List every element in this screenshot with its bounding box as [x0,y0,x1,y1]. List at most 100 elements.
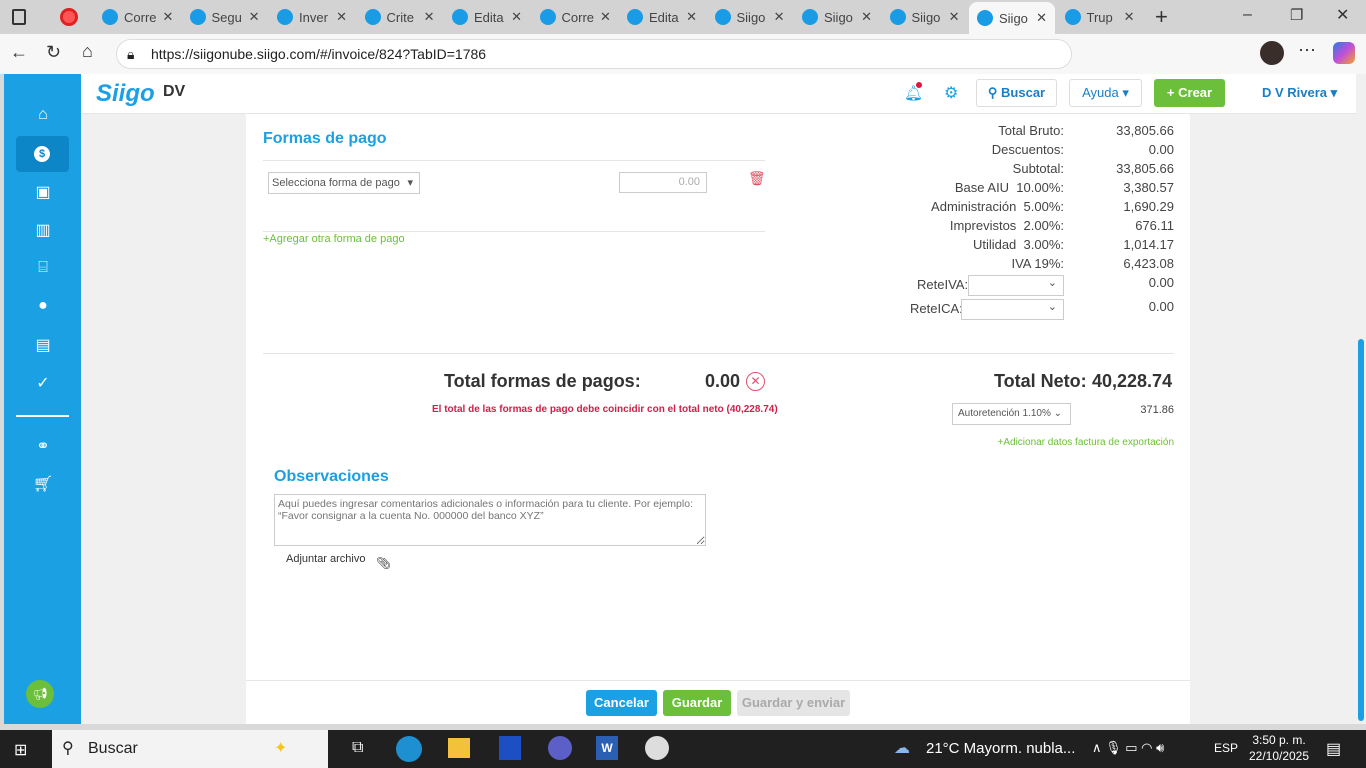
tasks-icon[interactable]: ✓ [32,373,54,392]
browser-tab[interactable]: Segu ✕ [182,4,268,30]
tab-favicon-icon [802,9,818,25]
close-tab-icon[interactable]: ✕ [600,9,611,25]
record-icon[interactable] [60,8,78,26]
app-header: Siigo DV 🔔︎ ⚙ ⚲ Buscar Ayuda ▾ + Crear D… [81,74,1356,114]
payment-amount: 0.00 [678,176,700,188]
siigo-logo[interactable]: Siigo [96,80,155,108]
app-icon[interactable] [645,736,669,760]
cart-icon[interactable]: 🛒︎ [32,474,54,493]
close-tab-icon[interactable]: ✕ [424,9,435,25]
browser-tab[interactable]: Crite ✕ [357,4,443,30]
marketing-icon[interactable]: 📢︎ [26,680,54,708]
autoretencion-select[interactable]: Autoretención 1.10% ⌄ [952,403,1071,425]
file-explorer-icon[interactable] [448,738,470,758]
sidebar-divider [16,415,69,417]
bank-icon[interactable]: ⌸ [32,259,54,277]
payments-title: Formas de pago [263,130,387,147]
delete-trash-icon[interactable]: 🗑︎ [748,170,766,187]
home-icon[interactable]: ⌂ [82,41,93,62]
task-view-icon[interactable]: ⧉ [352,739,363,757]
attach-file-label[interactable]: Adjuntar archivo [286,553,366,565]
search-button[interactable]: ⚲ Buscar [976,79,1057,107]
handshake-icon[interactable]: ⚭ [32,436,54,455]
close-tab-icon[interactable]: ✕ [686,9,697,25]
search-label: Buscar [1001,85,1046,100]
url-input[interactable]: 🔒︎ https://siigonube.siigo.com/#/invoice/… [116,39,1072,69]
copilot-sparkle-icon: ✦ [274,740,288,757]
user-menu[interactable]: D V Rivera ▾ [1262,85,1337,101]
profile-avatar[interactable] [1260,41,1284,65]
browser-tab[interactable]: Edita ✕ [619,4,705,30]
sidebar-toggle-icon[interactable] [12,9,26,25]
system-tray-icons[interactable]: ∧ 🎙︎ ▭ ◠ 🔊︎ [1092,740,1164,756]
home-icon[interactable]: ⌂ [32,106,54,124]
payment-amount-input[interactable]: 0.00 [619,172,707,193]
new-tab-button[interactable]: + [1155,4,1168,30]
sidebar-item-purchases[interactable]: ▣ [32,182,54,201]
language-indicator[interactable]: ESP [1214,741,1238,755]
more-icon[interactable]: ⋯ [1298,40,1316,61]
cancel-button[interactable]: Cancelar [586,690,657,716]
browser-tab[interactable]: Corre ✕ [94,4,180,30]
close-tab-icon[interactable]: ✕ [949,9,960,25]
reports-icon[interactable]: ▤ [32,335,54,354]
browser-tab[interactable]: Trup ✕ [1057,4,1143,30]
close-window-button[interactable]: ✕ [1336,5,1349,25]
settings-gear-icon[interactable]: ⚙ [944,83,958,103]
sidebar-item-sales[interactable]: $ [16,136,69,172]
paperclip-icon[interactable]: 📎︎ [376,556,391,570]
total-row-value: 3,380.57 [1123,180,1174,195]
close-tab-icon[interactable]: ✕ [1036,10,1047,26]
browser-tab[interactable]: Siigo ✕ [707,4,793,30]
close-tab-icon[interactable]: ✕ [1124,9,1135,25]
notifications-icon[interactable]: ▤ [1326,739,1341,759]
close-tab-icon[interactable]: ✕ [861,9,872,25]
maximize-button[interactable]: ❐ [1290,6,1303,24]
browser-tab[interactable]: Inver ✕ [269,4,355,30]
edge-app-icon[interactable] [396,736,422,762]
refresh-icon[interactable]: ↻ [46,42,61,63]
sidebar-item-inventory[interactable]: ▥ [32,220,54,239]
browser-tab[interactable]: Siigo ✕ [969,2,1055,34]
browser-tab[interactable]: Siigo ✕ [882,4,968,30]
payment-method-select[interactable]: Selecciona forma de pago ▾ [268,172,420,194]
weather-text[interactable]: 21°C Mayorm. nubla... [926,740,1075,757]
teams-icon[interactable] [548,736,572,760]
export-data-link[interactable]: +Adicionar datos factura de exportación [960,437,1175,448]
clock-time[interactable]: 3:50 p. m. [1248,733,1310,747]
browser-tab[interactable]: Corre ✕ [532,4,618,30]
lock-icon: 🔒︎ [127,46,135,62]
tab-favicon-icon [539,9,556,25]
add-payment-method-link[interactable]: +Agregar otra forma de pago [263,233,405,245]
create-button[interactable]: + Crear [1154,79,1225,107]
total-row: Subtotal: 33,805.66 [880,161,1174,180]
windows-start-icon[interactable]: ⊞ [14,740,27,760]
back-icon[interactable]: ← [10,42,28,63]
word-icon[interactable]: W [596,736,618,760]
taskbar-search[interactable]: ⚲ Buscar ✦ [52,730,328,768]
app-icon[interactable] [499,736,521,760]
total-row-value: 0.00 [1148,142,1174,157]
total-row: IVA 19%: 6,423.08 [880,256,1174,275]
tab-favicon-icon [1064,9,1081,25]
browser-tab[interactable]: Siigo ✕ [794,4,880,30]
close-tab-icon[interactable]: ✕ [774,9,785,25]
observations-textarea[interactable] [274,494,706,546]
close-tab-icon[interactable]: ✕ [336,9,347,25]
close-tab-icon[interactable]: ✕ [511,9,522,25]
save-and-send-button[interactable]: Guardar y enviar [737,690,850,716]
scrollbar[interactable] [1356,74,1366,724]
close-tab-icon[interactable]: ✕ [163,9,174,25]
clock-date[interactable]: 22/10/2025 [1248,749,1310,763]
reteiva-select[interactable]: ⌄ [968,275,1064,296]
close-tab-icon[interactable]: ✕ [249,9,260,25]
minimize-button[interactable]: – [1243,6,1252,24]
save-button[interactable]: Guardar [663,690,731,716]
help-dropdown[interactable]: Ayuda ▾ [1069,79,1142,107]
reteica-select[interactable]: ⌄ [961,299,1064,320]
contacts-icon[interactable]: ● [32,297,54,315]
browser-tab[interactable]: Edita ✕ [444,4,530,30]
divider [263,231,765,232]
copilot-icon[interactable] [1333,42,1355,64]
scrollbar-thumb[interactable] [1358,339,1364,721]
